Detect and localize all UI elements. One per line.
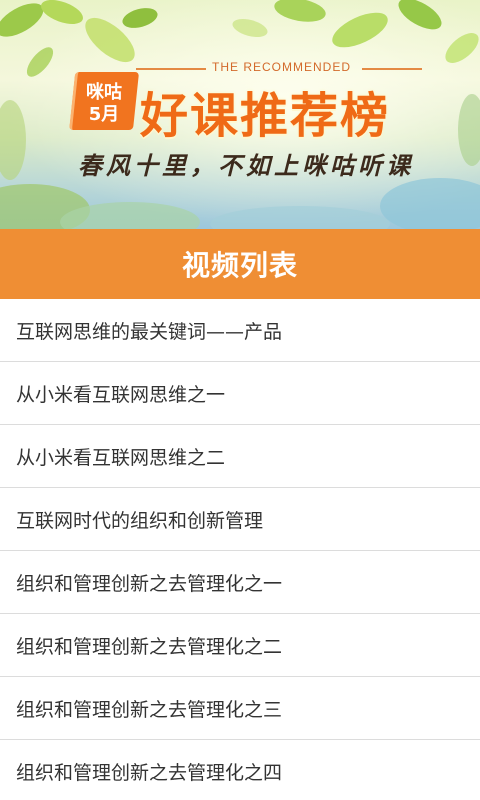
list-item[interactable]: 互联网时代的组织和创新管理 [0, 488, 480, 551]
video-title: 组织和管理创新之去管理化之一 [16, 572, 283, 595]
video-title: 组织和管理创新之去管理化之二 [16, 635, 283, 658]
video-title: 互联网思维的最关键词——产品 [16, 320, 283, 343]
video-title: 组织和管理创新之去管理化之三 [16, 698, 283, 721]
list-item[interactable]: 从小米看互联网思维之一 [0, 362, 480, 425]
list-item[interactable]: 互联网思维的最关键词——产品 [0, 299, 480, 362]
list-item[interactable]: 组织和管理创新之去管理化之二 [0, 614, 480, 677]
recommended-caption: THE RECOMMENDED [212, 60, 352, 74]
banner-slogan: 春风十里，不如上咪咕听课 [78, 151, 414, 180]
video-title: 组织和管理创新之去管理化之四 [16, 761, 283, 784]
section-header: 视频列表 [0, 229, 480, 299]
migu-badge: 咪咕 5月 [68, 72, 140, 136]
decorative-line [136, 68, 206, 70]
list-item[interactable]: 组织和管理创新之去管理化之四 [0, 740, 480, 800]
video-title: 从小米看互联网思维之二 [16, 446, 226, 469]
list-item[interactable]: 从小米看互联网思维之二 [0, 425, 480, 488]
promo-banner[interactable]: 咪咕 5月 THE RECOMMENDED 好课推荐榜 春风十里，不如上咪咕听课 [0, 0, 480, 229]
badge-month-text: 5月 [88, 104, 120, 125]
list-item[interactable]: 组织和管理创新之去管理化之一 [0, 551, 480, 614]
banner-title: 好课推荐榜 [140, 88, 391, 144]
section-title: 视频列表 [181, 249, 298, 282]
video-title: 互联网时代的组织和创新管理 [16, 509, 264, 532]
video-list: 互联网思维的最关键词——产品 从小米看互联网思维之一 从小米看互联网思维之二 互… [0, 299, 480, 800]
list-item[interactable]: 组织和管理创新之去管理化之三 [0, 677, 480, 740]
video-title: 从小米看互联网思维之一 [16, 383, 226, 406]
decorative-line [362, 68, 422, 70]
